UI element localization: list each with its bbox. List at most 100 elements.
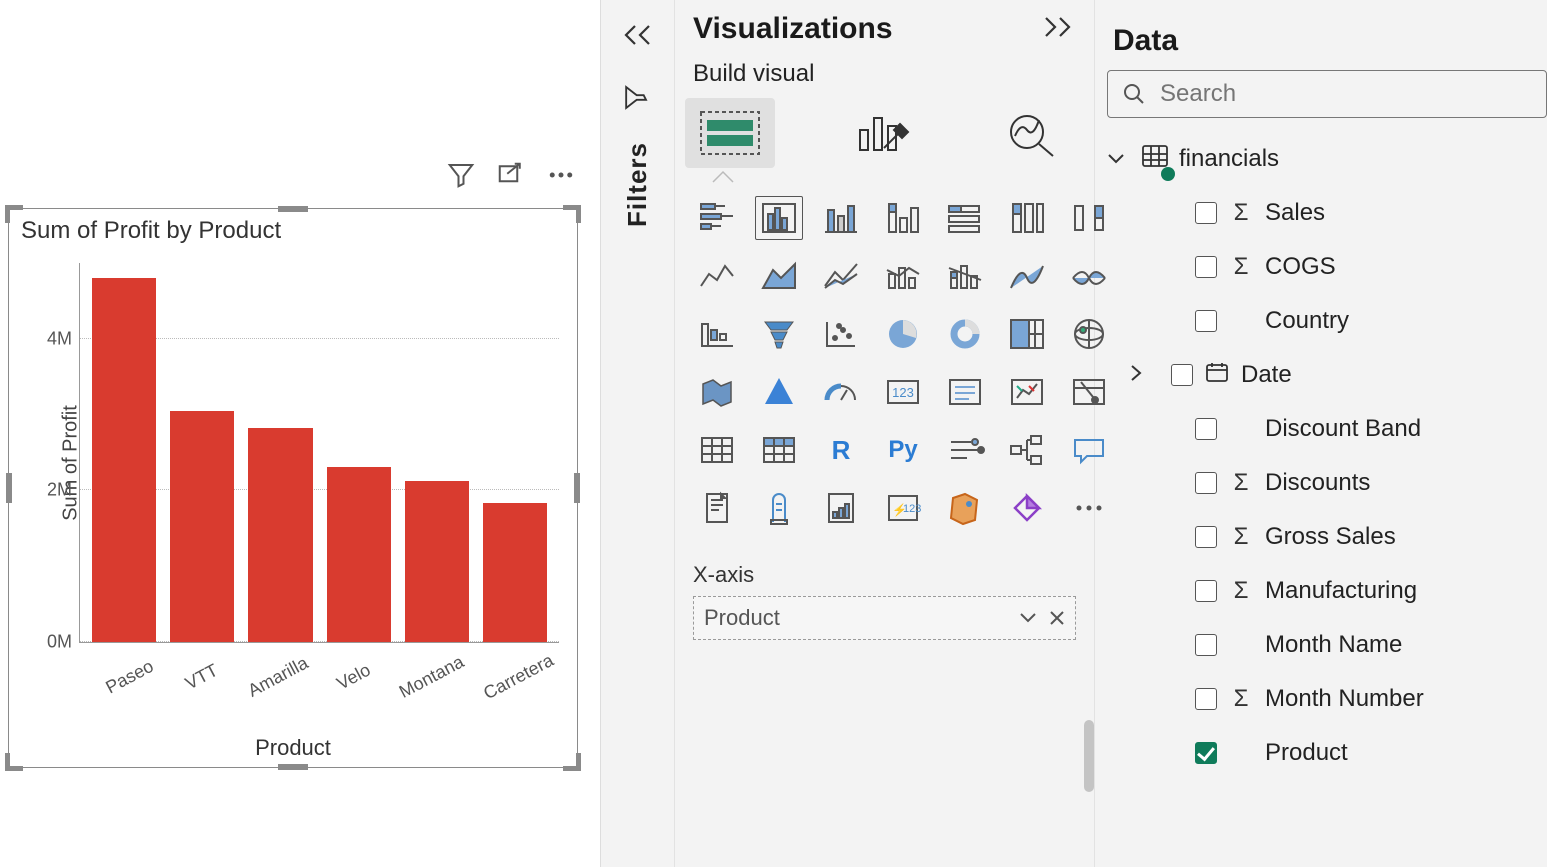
search-box[interactable] [1107,70,1547,118]
viz-type-r-visual[interactable]: R [817,428,865,472]
field-checkbox[interactable] [1195,310,1217,332]
viz-type-key-influencers[interactable] [941,428,989,472]
viz-type-pie[interactable] [879,312,927,356]
chevron-down-icon[interactable] [1107,145,1131,173]
viz-type-powerautomate[interactable] [1003,486,1051,530]
search-input[interactable] [1158,79,1398,109]
viz-type-card[interactable]: 123 [879,370,927,414]
viz-type-line[interactable] [693,254,741,298]
viz-type-waterfall[interactable] [1003,254,1051,298]
viz-type-filled-map[interactable] [693,370,741,414]
field-row[interactable]: ΣMonth Number [1107,672,1547,726]
viz-type-100-stacked-column[interactable] [1003,196,1051,240]
viz-type-clustered-bar[interactable] [879,196,927,240]
viz-type-funnel-alt[interactable] [1065,254,1113,298]
viz-type-funnel[interactable] [755,312,803,356]
selection-handle[interactable] [5,205,23,223]
viz-type-py-visual[interactable]: Py [879,428,927,472]
field-checkbox[interactable] [1195,742,1217,764]
viz-type-slicer[interactable] [1065,370,1113,414]
field-row[interactable]: Country [1107,294,1547,348]
viz-type-table[interactable] [693,428,741,472]
bar[interactable] [327,467,391,642]
viz-type-area[interactable] [755,254,803,298]
viz-type-powerapps[interactable]: ⚡123 [879,486,927,530]
table-node[interactable]: financials [1107,132,1547,186]
viz-type-paginated[interactable] [817,486,865,530]
field-row[interactable]: ΣGross Sales [1107,510,1547,564]
viz-type-100-stacked-bar[interactable] [941,196,989,240]
field-checkbox[interactable] [1195,688,1217,710]
more-options-icon[interactable] [546,160,576,190]
field-row[interactable]: Discount Band [1107,402,1547,456]
build-visual-tab[interactable] [685,98,775,168]
field-checkbox[interactable] [1171,364,1193,386]
expand-filters-icon[interactable] [621,22,655,53]
viz-type-decomposition-tree[interactable] [1003,428,1051,472]
viz-type-azure-map[interactable] [755,370,803,414]
viz-type-waterfall-2[interactable] [693,312,741,356]
selection-handle[interactable] [278,206,308,212]
chart-visual[interactable]: Sum of Profit by Product Sum of Profit 0… [8,208,578,768]
focus-mode-icon[interactable] [496,160,526,190]
viz-type-ribbon[interactable] [1065,196,1113,240]
viz-type-smart-narrative[interactable] [693,486,741,530]
bar[interactable] [92,278,156,642]
viz-type-stacked-column[interactable] [817,196,865,240]
report-canvas[interactable]: Sum of Profit by Product Sum of Profit 0… [0,0,600,867]
selection-handle[interactable] [563,205,581,223]
viz-type-line-clustered[interactable] [879,254,927,298]
remove-field-icon[interactable] [1049,610,1065,626]
field-row[interactable]: ΣDiscounts [1107,456,1547,510]
field-checkbox[interactable] [1195,580,1217,602]
viz-type-stacked-area[interactable] [817,254,865,298]
viz-type-more-visuals[interactable] [1065,486,1113,530]
format-visual-tab[interactable] [837,98,927,168]
viz-type-scatter[interactable] [817,312,865,356]
bar[interactable] [405,481,469,642]
field-checkbox[interactable] [1195,202,1217,224]
viz-type-stacked-bar[interactable] [693,196,741,240]
field-checkbox[interactable] [1195,472,1217,494]
viz-type-treemap[interactable] [1003,312,1051,356]
filters-pane-collapsed[interactable]: Filters [600,0,674,867]
bar[interactable] [483,503,547,642]
bar[interactable] [170,411,234,642]
viz-type-donut[interactable] [941,312,989,356]
filter-icon[interactable] [446,160,476,190]
selection-handle[interactable] [574,473,580,503]
scrollbar[interactable] [1084,720,1094,792]
chevron-down-icon[interactable] [1019,612,1037,624]
sigma-icon: Σ [1227,253,1255,281]
chevron-right-icon[interactable] [1129,361,1153,389]
viz-type-shape-map[interactable] [941,486,989,530]
collapse-pane-icon[interactable] [1040,14,1074,45]
viz-type-clustered-column[interactable] [755,196,803,240]
field-row[interactable]: Date [1107,348,1547,402]
analytics-tab[interactable] [988,98,1078,168]
x-axis-field-well[interactable]: Product [693,596,1076,640]
viz-type-goals[interactable] [755,486,803,530]
x-tick-label: Paseo [94,645,178,734]
selection-handle[interactable] [6,473,12,503]
field-row[interactable]: ΣManufacturing [1107,564,1547,618]
field-checkbox[interactable] [1195,526,1217,548]
viz-type-qna[interactable] [1065,428,1113,472]
field-row[interactable]: ΣCOGS [1107,240,1547,294]
field-row[interactable]: Month Name [1107,618,1547,672]
viz-type-map[interactable] [1065,312,1113,356]
viz-type-kpi[interactable] [1003,370,1051,414]
field-name: Discount Band [1265,415,1421,443]
field-checkbox[interactable] [1195,418,1217,440]
field-checkbox[interactable] [1195,634,1217,656]
viz-type-multirow-card[interactable] [941,370,989,414]
selection-handle[interactable] [278,764,308,770]
field-row[interactable]: Product [1107,726,1547,780]
viz-type-matrix[interactable] [755,428,803,472]
bar[interactable] [248,428,312,643]
field-row[interactable]: ΣSales [1107,186,1547,240]
y-tick: 0M [47,632,72,653]
field-checkbox[interactable] [1195,256,1217,278]
viz-type-line-stacked[interactable] [941,254,989,298]
viz-type-gauge[interactable] [817,370,865,414]
